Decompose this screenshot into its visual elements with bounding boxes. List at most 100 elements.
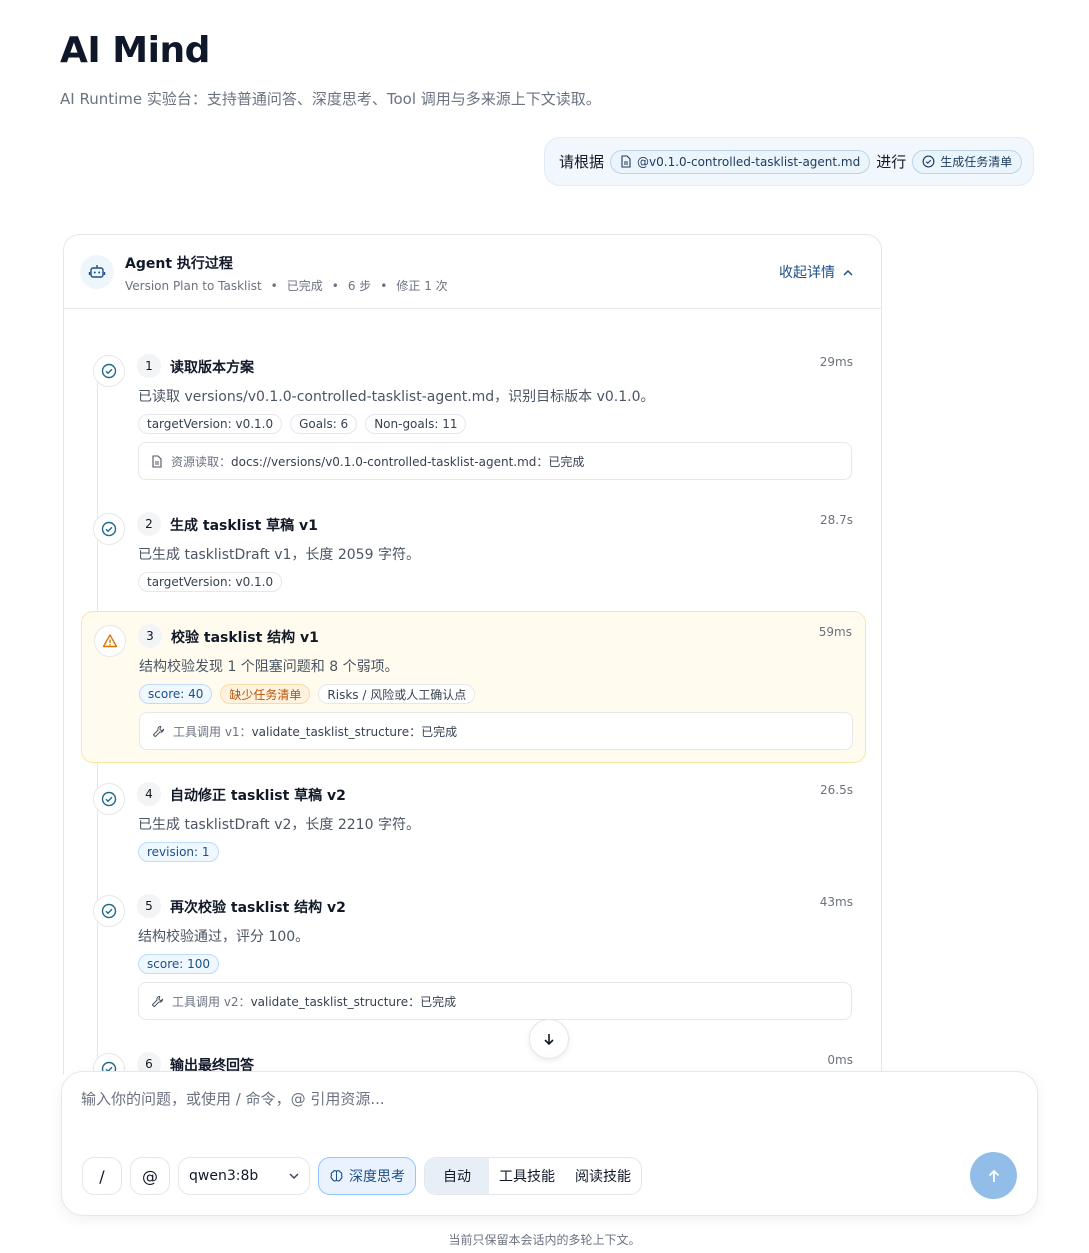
step-description: 结构校验发现 1 个阻塞问题和 8 个弱项。 (139, 659, 399, 675)
arrow-up-icon (988, 1169, 999, 1182)
step-number: 4 (137, 782, 161, 806)
agent-meta-flow: Version Plan to Tasklist (125, 279, 262, 293)
step-number: 1 (137, 354, 161, 378)
step-duration: 26.5s (820, 783, 853, 797)
step-tag: revision: 1 (138, 842, 219, 862)
mode-reading-skill[interactable]: 阅读技能 (565, 1158, 641, 1194)
step-duration: 29ms (819, 355, 853, 369)
agent-meta: Version Plan to Tasklist • 已完成 • 6 步 • 修正 1 次 (125, 279, 448, 293)
resource-chip-label: @v0.1.0-controlled-tasklist-agent.md (637, 154, 861, 169)
step-title: 自动修正 tasklist 草稿 v2 (170, 788, 346, 804)
mode-segmented-control: 自动 工具技能 阅读技能 (424, 1157, 642, 1195)
deep-think-toggle[interactable]: 深度思考 (318, 1157, 416, 1195)
model-select[interactable]: qwen3:8b (178, 1157, 310, 1195)
agent-execution-card: Agent 执行过程 Version Plan to Tasklist • 已完成 •… (63, 234, 882, 1074)
agent-title: Agent 执行过程 (125, 256, 233, 272)
step-tag: targetVersion: v0.1.0 (138, 414, 283, 434)
step-duration: 43ms (819, 895, 853, 909)
chat-composer: / @ qwen3:8b 深度思考 自动 工具技能 阅读技能 (61, 1071, 1038, 1216)
user-message-middle: 进行 (876, 153, 907, 171)
check-circle-icon (93, 355, 125, 387)
step-duration: 28.7s (820, 513, 853, 527)
chevron-up-icon (843, 269, 853, 276)
mode-auto[interactable]: 自动 (425, 1158, 489, 1194)
step-tag: Non-goals: 11 (365, 414, 467, 434)
detail-value: docs://versions/v0.1.0-controlled-taskli… (231, 454, 585, 469)
chevron-down-icon (289, 1173, 299, 1179)
document-icon (152, 454, 162, 468)
step-number: 3 (138, 624, 162, 648)
step-description: 已生成 tasklistDraft v1，长度 2059 字符。 (138, 547, 420, 563)
command-chip-label: 生成任务清单 (940, 155, 1013, 169)
step-item: 6 输出最终回答 0ms (81, 1043, 866, 1074)
step-tags: revision: 1 (138, 842, 219, 862)
step-duration: 0ms (827, 1053, 853, 1067)
step-item: 1 读取版本方案 29ms 已读取 versions/v0.1.0-contro… (81, 345, 866, 485)
check-circle-icon (93, 783, 125, 815)
step-item: 2 生成 tasklist 草稿 v1 28.7s 已生成 tasklistDr… (81, 503, 866, 593)
step-tags: score: 100 (138, 954, 220, 974)
step-title: 生成 tasklist 草稿 v1 (170, 518, 318, 534)
step-description: 已读取 versions/v0.1.0-controlled-tasklist-… (138, 389, 655, 405)
detail-label: 工具调用 v2： (172, 994, 251, 1009)
step-item: 4 自动修正 tasklist 草稿 v2 26.5s 已生成 tasklist… (81, 773, 866, 863)
detail-label: 工具调用 v1： (173, 724, 252, 739)
file-icon (621, 155, 631, 168)
step-title: 再次校验 tasklist 结构 v2 (170, 900, 346, 916)
step-tags: targetVersion: v0.1.0 (138, 572, 283, 592)
step-description: 结构校验通过，评分 100。 (138, 929, 310, 945)
step-tag: score: 40 (139, 684, 213, 704)
step-duration: 59ms (818, 625, 852, 639)
warning-icon (94, 625, 126, 657)
arrow-down-icon (544, 1034, 554, 1046)
detail-label: 资源读取： (171, 454, 232, 469)
robot-icon (80, 255, 114, 289)
step-item-warning: 3 校验 tasklist 结构 v1 59ms 结构校验发现 1 个阻塞问题和… (81, 611, 866, 763)
step-item: 5 再次校验 tasklist 结构 v2 43ms 结构校验通过，评分 100… (81, 885, 866, 1025)
scroll-to-bottom-button[interactable] (529, 1019, 569, 1059)
agent-header: Agent 执行过程 Version Plan to Tasklist • 已完成 •… (64, 235, 881, 309)
send-button[interactable] (970, 1152, 1017, 1199)
context-footer-note: 当前只保留本会话内的多轮上下文。 (448, 1233, 641, 1247)
check-circle-icon (93, 513, 125, 545)
collapse-details-label: 收起详情 (779, 265, 835, 281)
mode-tool-skill[interactable]: 工具技能 (489, 1158, 565, 1194)
user-message-bubble: 请根据 @v0.1.0-controlled-tasklist-agent.md… (544, 137, 1034, 186)
command-chip[interactable]: 生成任务清单 (912, 149, 1023, 174)
page-title: AI Mind (60, 30, 210, 71)
agent-meta-status: 已完成 (286, 279, 323, 293)
step-tag: 缺少任务清单 (220, 684, 311, 704)
step-tag: Risks / 风险或人工确认点 (318, 684, 476, 704)
mention-resource-button[interactable]: @ (130, 1157, 170, 1195)
check-circle-icon (922, 155, 935, 168)
step-tags: score: 40 缺少任务清单 Risks / 风险或人工确认点 (139, 684, 476, 704)
step-number: 5 (137, 894, 161, 918)
step-tag: targetVersion: v0.1.0 (138, 572, 283, 592)
wrench-icon (152, 725, 165, 737)
user-message-prefix: 请根据 (559, 153, 605, 171)
step-title: 校验 tasklist 结构 v1 (171, 630, 319, 646)
agent-meta-steps: 6 步 (347, 279, 372, 293)
detail-value: validate_tasklist_structure：已完成 (251, 724, 458, 739)
step-number: 2 (137, 512, 161, 536)
wrench-icon (151, 995, 164, 1007)
step-detail-tool-call[interactable]: 工具调用 v2：validate_tasklist_structure：已完成 (138, 982, 852, 1020)
step-title: 读取版本方案 (170, 360, 254, 376)
step-detail-resource[interactable]: 资源读取：docs://versions/v0.1.0-controlled-t… (138, 442, 852, 480)
check-circle-icon (93, 895, 125, 927)
step-detail-tool-call[interactable]: 工具调用 v1：validate_tasklist_structure：已完成 (139, 712, 853, 750)
slash-command-button[interactable]: / (82, 1157, 122, 1195)
brain-icon (330, 1169, 343, 1181)
step-tag: Goals: 6 (290, 414, 358, 434)
step-tag: score: 100 (138, 954, 220, 974)
page-subtitle: AI Runtime 实验台：支持普通问答、深度思考、Tool 调用与多来源上下… (60, 90, 601, 108)
collapse-details-button[interactable]: 收起详情 (779, 262, 853, 282)
detail-value: validate_tasklist_structure：已完成 (250, 994, 457, 1009)
agent-meta-revisions: 修正 1 次 (396, 279, 448, 293)
step-tags: targetVersion: v0.1.0 Goals: 6 Non-goals… (138, 414, 467, 434)
resource-chip[interactable]: @v0.1.0-controlled-tasklist-agent.md (610, 149, 871, 174)
step-description: 已生成 tasklistDraft v2，长度 2210 字符。 (138, 817, 420, 833)
deep-think-label: 深度思考 (349, 1169, 405, 1185)
model-select-value: qwen3:8b (189, 1168, 259, 1184)
message-input[interactable] (81, 1090, 981, 1108)
